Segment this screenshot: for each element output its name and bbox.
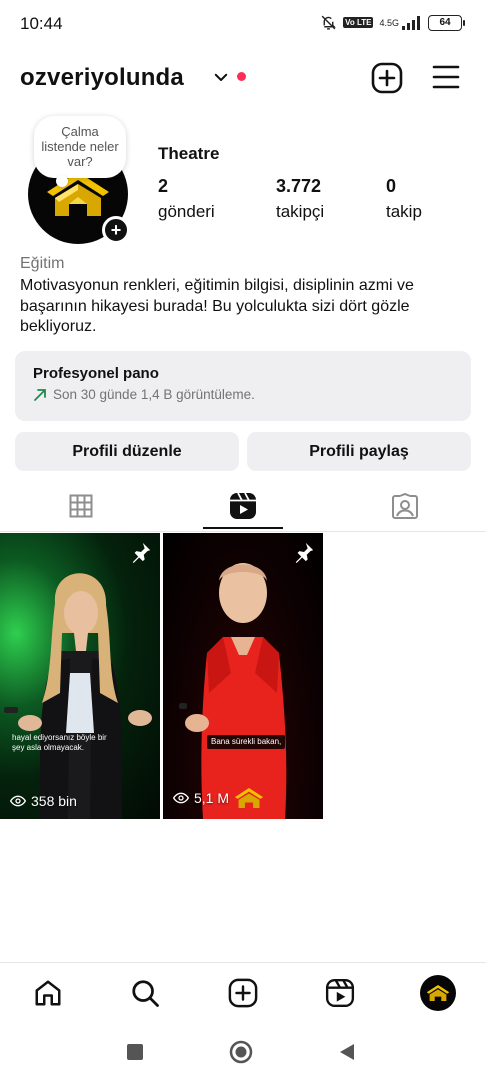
- recent-apps-button[interactable]: [123, 1040, 147, 1064]
- status-icons: Vo LTE 4.5G 64: [320, 14, 465, 31]
- tab-grid[interactable]: [61, 486, 101, 526]
- nav-reels[interactable]: [322, 975, 358, 1011]
- profile-category: Eğitim: [20, 255, 65, 272]
- profile-tabs: [0, 478, 486, 532]
- username-title[interactable]: ozveriyolunda: [20, 64, 184, 92]
- pin-icon: [132, 542, 151, 563]
- active-tab-indicator: [203, 527, 283, 529]
- system-nav-bar: [0, 1024, 486, 1080]
- signal-icon: [402, 15, 420, 30]
- post-views-count: 5,1 M: [194, 790, 230, 806]
- post-views: 358 bin: [10, 793, 77, 809]
- circle-icon: [229, 1040, 253, 1064]
- post-thumbnail-speaker: [4, 573, 152, 819]
- nav-home[interactable]: [30, 975, 66, 1011]
- lte-badge: Vo LTE: [343, 17, 374, 28]
- pin-icon: [295, 542, 314, 563]
- chevron-down-icon[interactable]: [212, 68, 230, 86]
- stat-followers-label: takipçi: [276, 202, 325, 221]
- post-thumbnail-speaker: [179, 563, 287, 819]
- mute-bell-icon: [321, 15, 336, 30]
- post-views: 5,1 M: [173, 787, 264, 809]
- nav-search[interactable]: [127, 975, 163, 1011]
- avatar: [420, 975, 456, 1011]
- bottom-nav: [0, 962, 486, 1024]
- professional-dashboard[interactable]: Profesyonel pano Son 30 günde 1,4 B görü…: [15, 351, 471, 421]
- post-tile[interactable]: hayal ediyorsanız böyle bir şey asla olm…: [0, 533, 160, 819]
- add-story-plus-icon[interactable]: +: [102, 216, 130, 244]
- reels-icon: [325, 978, 355, 1008]
- brand-logo-icon: [426, 985, 450, 1001]
- stat-followers-value: 3.772: [276, 176, 322, 196]
- note-text: Çalma listende neler var?: [41, 124, 119, 169]
- back-triangle-icon: [340, 1044, 354, 1060]
- posts-grid: hayal ediyorsanız böyle bir şey asla olm…: [0, 533, 486, 819]
- profile-header: ozveriyolunda: [0, 56, 486, 102]
- edit-profile-button[interactable]: Profili düzenle: [15, 432, 239, 471]
- tab-tagged[interactable]: [385, 486, 425, 526]
- tab-reels[interactable]: [223, 486, 263, 526]
- battery-icon: 64: [428, 14, 465, 31]
- square-icon: [127, 1044, 143, 1060]
- post-tile[interactable]: Bana sürekli bakan, 5,1 M: [163, 533, 323, 819]
- nav-create[interactable]: [225, 975, 261, 1011]
- eye-icon: [10, 795, 26, 807]
- stat-following-label: takip: [386, 202, 422, 221]
- nav-profile[interactable]: [420, 975, 456, 1011]
- post-views-count: 358 bin: [31, 793, 77, 809]
- status-bar: 10:44 Vo LTE 4.5G 64: [0, 0, 486, 48]
- profile-bio: Motivasyonun renkleri, eğitimin bilgisi,…: [20, 277, 414, 335]
- stat-posts[interactable]: 2 gönderi: [158, 176, 215, 222]
- stat-posts-label: gönderi: [158, 202, 215, 221]
- post-caption: Bana sürekli bakan,: [207, 735, 286, 749]
- share-profile-button[interactable]: Profili paylaş: [247, 432, 471, 471]
- create-post-icon: [228, 978, 258, 1008]
- reels-icon: [230, 492, 256, 519]
- back-system-button[interactable]: [335, 1040, 359, 1064]
- stat-posts-value: 2: [158, 176, 169, 196]
- trend-up-arrow-icon: [34, 388, 46, 401]
- search-icon: [132, 980, 159, 1007]
- professional-title: Profesyonel pano: [33, 365, 159, 382]
- professional-subtitle-text: Son 30 günde 1,4 B görüntüleme.: [53, 387, 255, 402]
- grid-icon: [69, 494, 93, 518]
- stat-following[interactable]: 0 takip: [386, 176, 422, 222]
- brand-logo-icon: [234, 788, 264, 808]
- note-bubble[interactable]: Çalma listende neler var?: [34, 116, 126, 187]
- eye-icon: [173, 792, 189, 804]
- create-post-icon[interactable]: [371, 62, 403, 94]
- home-system-button[interactable]: [229, 1040, 253, 1064]
- professional-subtitle: Son 30 günde 1,4 B görüntüleme.: [33, 387, 453, 402]
- network-type: 4.5G: [379, 17, 399, 28]
- stat-following-value: 0: [386, 176, 397, 196]
- status-time: 10:44: [20, 14, 63, 33]
- menu-icon[interactable]: [432, 64, 460, 90]
- tagged-person-icon: [392, 492, 418, 519]
- notification-dot: [237, 72, 246, 81]
- profile-category-theatre: Theatre: [158, 144, 220, 163]
- home-icon: [35, 980, 61, 1006]
- stat-followers[interactable]: 3.772 takipçi: [276, 176, 324, 222]
- post-caption: hayal ediyorsanız böyle bir şey asla olm…: [12, 733, 107, 752]
